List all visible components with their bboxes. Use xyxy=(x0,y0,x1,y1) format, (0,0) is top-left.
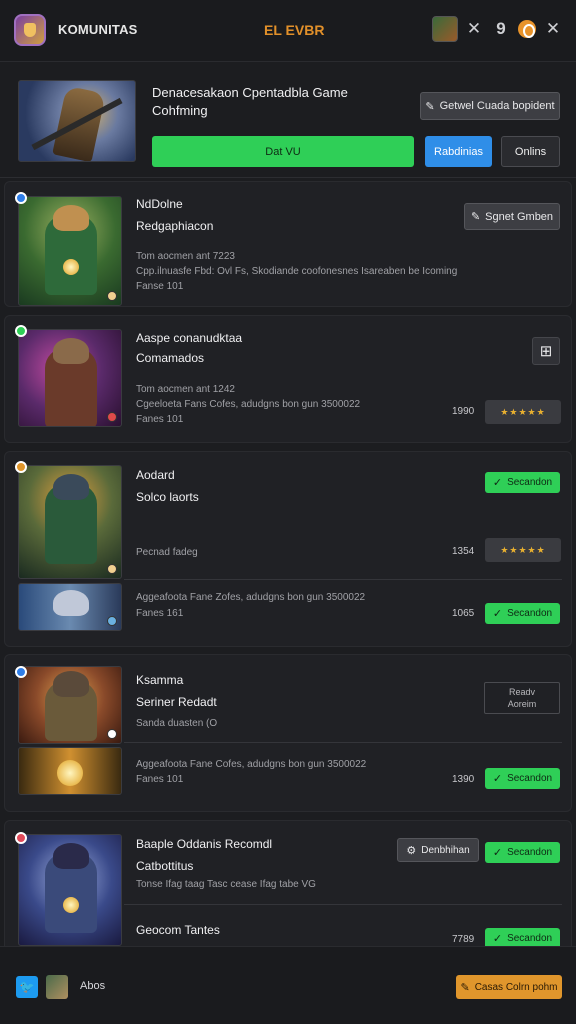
game-title: Ksamma xyxy=(136,673,184,687)
details-button-label: Rabdinias xyxy=(434,145,483,158)
divider xyxy=(124,904,562,905)
recommend-button[interactable]: ✓ Secandon xyxy=(485,842,560,863)
ready-status-line2: Aoreim xyxy=(507,699,537,709)
check-icon: ✓ xyxy=(492,933,503,945)
game-thumbnail[interactable] xyxy=(18,196,122,306)
divider xyxy=(124,742,562,743)
game-score: 1065 xyxy=(452,608,475,619)
game-meta: Tonse Ifag taag Tasc cease Ifag tabe VG xyxy=(136,879,316,890)
ready-status-line1: Readv xyxy=(508,687,535,697)
platform-badge-icon xyxy=(15,325,27,337)
game-subtitle: Redgaphiacon xyxy=(136,219,214,233)
sign-button-label: Sgnet Gmben xyxy=(485,210,554,223)
footer-label: Abos xyxy=(80,980,106,992)
check-icon: ✓ xyxy=(492,477,503,489)
recommend-button[interactable]: ✓ Secandon xyxy=(485,472,560,493)
coin-icon[interactable] xyxy=(518,20,536,38)
game-thumbnail[interactable] xyxy=(18,666,122,744)
divider xyxy=(124,579,562,580)
game-description: Cgeeloeta Fans Cofes, adudgns bon gun 35… xyxy=(136,399,361,410)
game-title: Aaspe conanudktaa xyxy=(136,331,243,345)
game-thumbnail[interactable] xyxy=(18,329,122,427)
game-fans: Fanes 161 xyxy=(136,608,184,619)
game-score: 1354 xyxy=(452,546,475,557)
game-subtitle: Seriner Redadt xyxy=(136,695,217,709)
rating-stars: ★★★★★ xyxy=(485,538,561,562)
recommend-button[interactable]: ✓ Secandon xyxy=(485,603,560,624)
game-title: Baaple Oddanis Recomdl xyxy=(136,837,273,851)
game-score: 7789 xyxy=(452,934,475,945)
nine-icon[interactable]: 9 xyxy=(490,18,512,40)
platform-badge-icon xyxy=(15,832,27,844)
game-meta: Tom aocmen ant 7223 xyxy=(136,251,235,262)
sign-button[interactable]: ✎ Sgnet Gmben xyxy=(464,203,560,230)
recommend-button-label: Secandon xyxy=(507,773,553,784)
game-thumbnail[interactable] xyxy=(18,465,122,579)
check-icon: ✓ xyxy=(492,608,503,620)
game-fans: Fanes 101 xyxy=(136,774,184,785)
twitter-icon[interactable]: 🐦 xyxy=(16,976,38,998)
ready-status-box: Readv Aoreim xyxy=(484,682,560,714)
pencil-icon: ✎ xyxy=(470,211,481,223)
recommend-button-label: Secandon xyxy=(507,933,553,944)
crossed-swords-icon[interactable]: ✕ xyxy=(463,18,485,40)
recommend-button[interactable]: ✓ Secandon xyxy=(485,768,560,789)
app-logo[interactable] xyxy=(14,14,46,46)
game-meta: Tom aocmen ant 1242 xyxy=(136,384,235,395)
bottom-bar: 🐦 Abos ✎ Casas Colrn pohm xyxy=(0,946,576,1024)
rating-stars: ★★★★★ xyxy=(485,400,561,424)
game-title: NdDolne xyxy=(136,197,183,211)
cta-button[interactable]: ✎ Casas Colrn pohm xyxy=(456,975,562,999)
details-button[interactable]: Rabdinias xyxy=(425,136,492,167)
game-meta: Sanda duasten (O xyxy=(136,718,218,729)
recommend-button-label: Secandon xyxy=(507,477,553,488)
game-score: 1990 xyxy=(452,406,475,417)
unlock-button[interactable]: ⚙ Denbhihan xyxy=(397,838,479,862)
game-thumbnail-secondary[interactable] xyxy=(18,583,122,631)
check-icon: ✓ xyxy=(492,847,503,859)
user-avatar[interactable] xyxy=(432,16,458,42)
game-subtitle: Solco laorts xyxy=(136,490,199,504)
game-description: Cpp.ilnuasfe Fbd: Ovl Fs, Skodiande coof… xyxy=(136,266,458,277)
game-description: Aggeafoota Fane Cofes, adudgns bon gun 3… xyxy=(136,759,367,770)
play-button[interactable]: Dat VU xyxy=(152,136,414,167)
game-section-title: Geocom Tantes xyxy=(136,923,220,937)
platform-badge-icon xyxy=(15,192,27,204)
recommend-button-label: Secandon xyxy=(507,847,553,858)
game-title: Aodard xyxy=(136,468,175,482)
platform-badge-icon xyxy=(15,666,27,678)
app-title: KOMUNITAS xyxy=(58,22,138,37)
unlock-button-label: Denbhihan xyxy=(421,844,470,856)
game-fans: Fanes 101 xyxy=(136,414,184,425)
game-description: Aggeafoota Fane Zofes, adudgns bon gun 3… xyxy=(136,592,366,603)
recommend-button-label: Secandon xyxy=(507,608,553,619)
pencil-icon: ✎ xyxy=(425,100,435,113)
online-button[interactable]: Onlins xyxy=(501,136,560,167)
game-subtitle: Catbottitus xyxy=(136,859,194,873)
featured-action-label: Getwel Cuada bopident xyxy=(439,100,555,112)
check-icon: ✓ xyxy=(492,773,503,785)
close-icon[interactable]: ✕ xyxy=(542,18,564,40)
platform-badge-icon xyxy=(15,461,27,473)
game-score: 1390 xyxy=(452,774,475,785)
center-title: EL EVBR xyxy=(264,22,325,38)
featured-action-button[interactable]: ✎ Getwel Cuada bopident xyxy=(420,92,560,120)
game-thumbnail-secondary[interactable] xyxy=(18,747,122,795)
game-subtitle: Comamados xyxy=(136,351,205,365)
play-button-label: Dat VU xyxy=(265,145,301,158)
settings-icon: ⚙ xyxy=(406,844,417,857)
top-bar: KOMUNITAS EL EVBR ✕ 9 ✕ xyxy=(0,0,576,62)
grid-icon[interactable]: ⊞ xyxy=(532,337,560,365)
featured-game-image[interactable] xyxy=(18,80,136,162)
pencil-icon: ✎ xyxy=(460,981,470,994)
online-button-label: Onlins xyxy=(514,145,547,158)
user-avatar[interactable] xyxy=(46,975,68,999)
cta-button-label: Casas Colrn pohm xyxy=(474,981,558,993)
game-thumbnail[interactable] xyxy=(18,834,122,946)
game-meta: Pecnad fadeg xyxy=(136,547,198,558)
game-fans: Fanse 101 xyxy=(136,281,184,292)
featured-title: Denacesakaon Cpentadbla Game Cohfming xyxy=(152,85,348,118)
